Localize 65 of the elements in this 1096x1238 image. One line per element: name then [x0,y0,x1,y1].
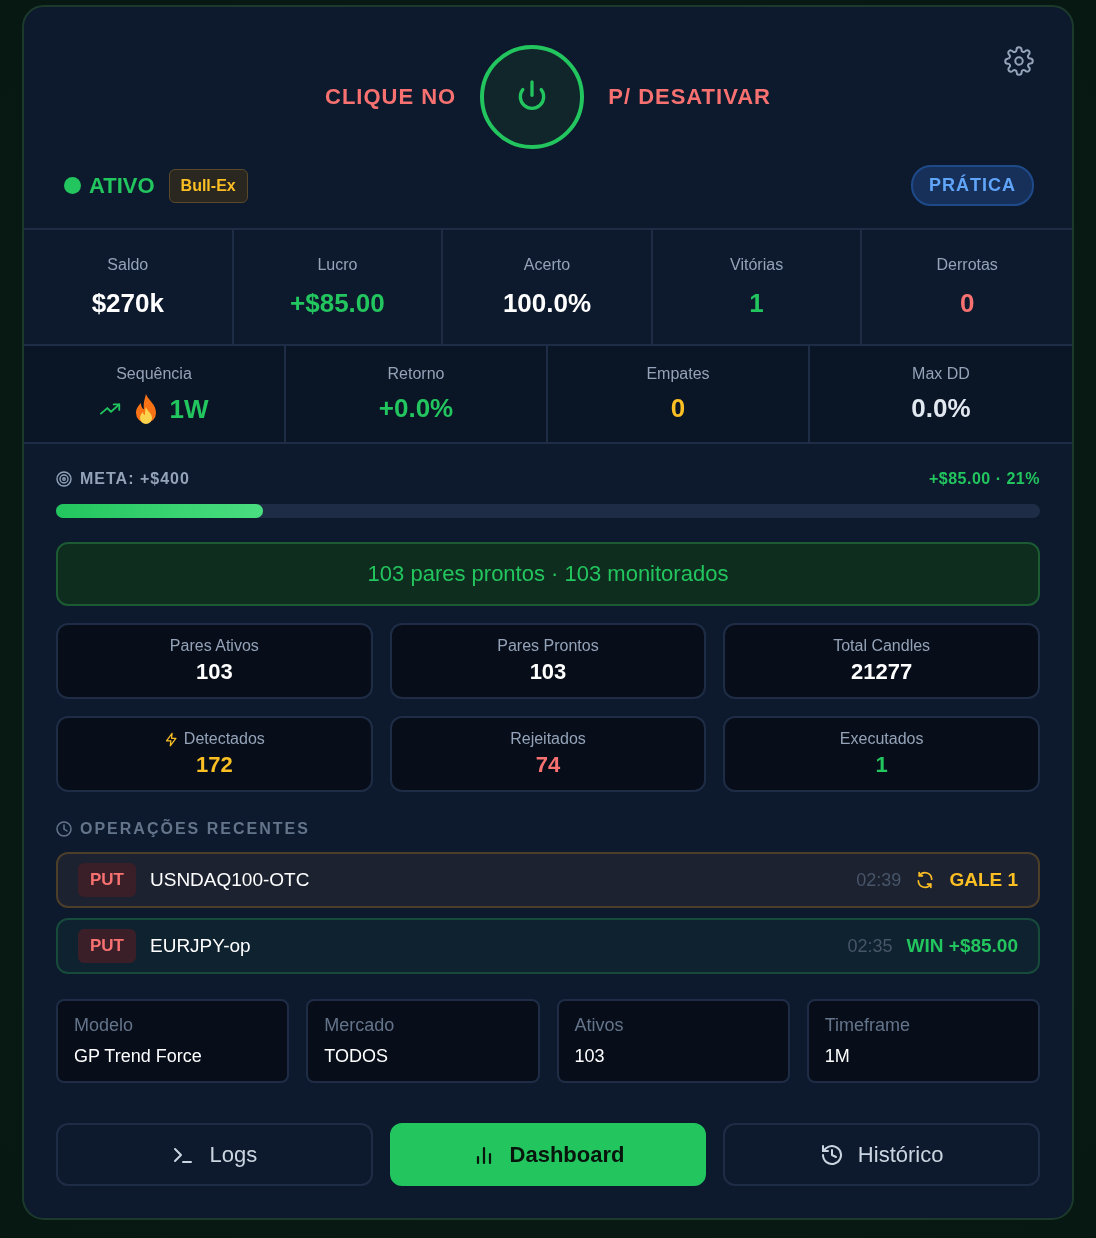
goal-label: META: +$400 [80,470,190,488]
setting-value: GP Trend Force [74,1046,203,1067]
broker-badge: Bull-Ex [168,168,248,203]
counter-label: Executados [839,730,924,748]
stat-label: Max DD [912,365,970,383]
status-banner: 103 pares prontos · 103 monitorados [56,542,1040,606]
target-icon [56,471,72,487]
pair-name: USNDAQ100-OTC [150,869,310,891]
stat-value: 0 [670,393,686,424]
setting-label: Timeframe [824,1015,912,1036]
section-title: OPERAÇÕES RECENTES [80,820,310,838]
history-icon [819,1142,844,1167]
hint-text: P/ DESATIVAR [608,84,771,110]
stat-value: 0 [959,288,975,319]
counter-label: Pares Ativos [169,637,259,655]
stat-label: Derrotas [936,256,998,274]
stat-value: +0.0% [378,393,454,424]
stat-label: Saldo [107,256,149,274]
counter-value: 1 [875,752,888,778]
pair-name: EURJPY-op [150,935,251,957]
stat-label: Empates [646,365,710,383]
counter-label: Detectados [183,730,265,748]
mode-badge: PRÁTICA [911,165,1034,206]
stat-value: $270k [91,288,164,319]
stat-label: Sequência [116,365,192,383]
counter-label: Rejeitados [510,730,586,748]
counter-value: 103 [529,659,567,685]
direction-badge: PUT [78,863,136,897]
trend-icon [99,402,122,416]
nav-button[interactable]: Histórico [723,1123,1040,1186]
counter-label: Pares Prontos [497,637,599,655]
clock-icon [56,821,72,837]
counter-value: 21277 [851,659,913,685]
stat-value: +$85.00 [290,288,385,319]
counter-label: Total Candles [833,637,931,655]
setting-label: Modelo [74,1015,135,1036]
stat-label: Retorno [387,365,445,383]
setting-label: Ativos [574,1015,625,1036]
operation-time: 02:39 [856,869,902,891]
setting-label: Mercado [324,1015,396,1036]
setting-value: 1M [824,1046,851,1067]
operation-result: WIN +$85.00 [906,935,1018,957]
counter-value: 172 [195,752,233,778]
stat-value: 100.0% [502,288,592,319]
direction-badge: PUT [78,929,136,963]
setting-value: TODOS [324,1046,389,1067]
stat-value: 0.0% [911,393,971,424]
nav-button[interactable]: Dashboard [389,1123,707,1186]
operation-row[interactable]: PUT USNDAQ100-OTC 02:39 GALE 1 [56,852,1040,908]
counter-value: 74 [535,752,561,778]
stat-label: Lucro [317,256,358,274]
counter-value: 103 [195,659,233,685]
hint-text: CLIQUE NO [325,84,457,110]
operation-row[interactable]: PUT EURJPY-op 02:35 WIN +$85.00 [56,918,1040,974]
lightning-icon [163,731,179,747]
settings-icon[interactable] [1004,46,1034,76]
nav-button[interactable]: Logs [56,1123,373,1186]
stat-label: Acerto [523,256,571,274]
status-label: ATIVO [89,172,155,199]
setting-value: 103 [574,1046,606,1067]
operation-time: 02:35 [847,935,893,957]
stat-label: Vitórias [730,256,784,274]
operation-result: GALE 1 [949,869,1018,891]
stat-value: 1 [749,288,764,319]
stat-value: 1W [169,393,209,425]
